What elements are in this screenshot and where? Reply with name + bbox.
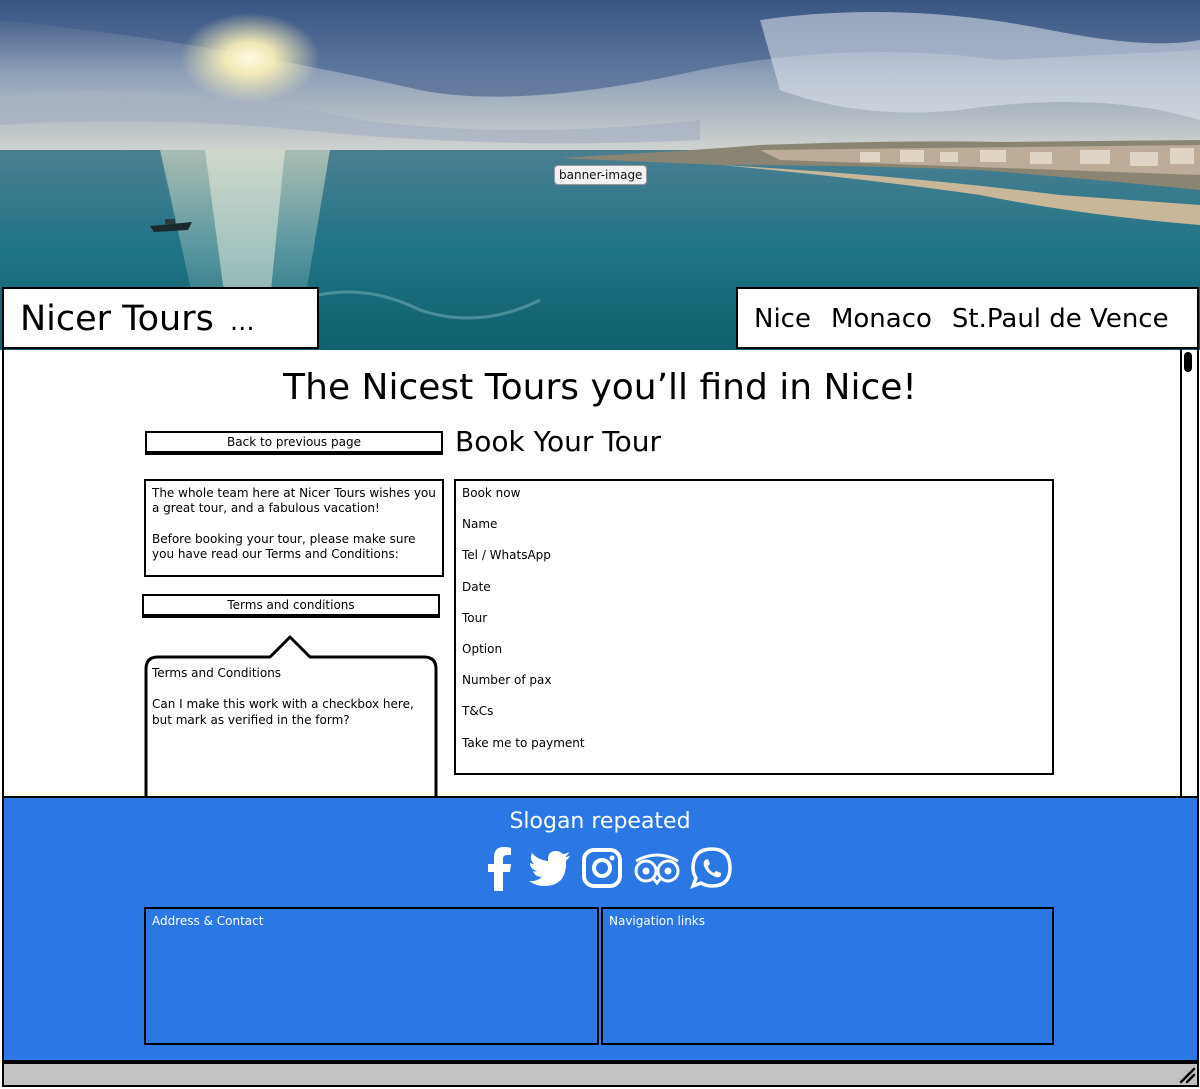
payment-button[interactable]: Take me to payment <box>462 736 585 767</box>
resize-handle-icon[interactable] <box>1178 1066 1196 1084</box>
form-heading: Book now <box>462 486 521 500</box>
twitter-icon[interactable] <box>528 845 572 891</box>
tripadvisor-icon[interactable] <box>632 845 682 891</box>
booking-form: Book now Name Tel / WhatsApp Date Tour O… <box>454 479 1054 775</box>
vertical-scrollbar[interactable] <box>1180 349 1195 797</box>
footer-address-box: Address & Contact <box>144 907 599 1045</box>
form-field-date[interactable]: Date <box>462 580 585 611</box>
intro-text-box: The whole team here at Nicer Tours wishe… <box>144 479 444 577</box>
form-field-tour[interactable]: Tour <box>462 611 585 642</box>
instagram-icon[interactable] <box>580 845 624 891</box>
nav-link-st-paul[interactable]: St.Paul de Vence <box>952 303 1169 335</box>
facebook-icon[interactable] <box>480 845 520 891</box>
logo-box[interactable]: Nicer Tours... <box>2 287 319 349</box>
banner-label: banner-image <box>554 165 648 185</box>
form-field-name[interactable]: Name <box>462 517 585 548</box>
form-field-pax[interactable]: Number of pax <box>462 673 585 704</box>
navigation-label: Navigation links <box>609 914 706 928</box>
form-field-terms[interactable]: T&Cs <box>462 704 585 735</box>
book-tour-title: Book Your Tour <box>455 425 661 458</box>
intro-paragraph: Before booking your tour, please make su… <box>152 532 416 561</box>
logo[interactable]: Nicer Tours... <box>20 297 255 344</box>
footer-navigation-box: Navigation links <box>601 907 1054 1045</box>
footer-slogan: Slogan repeated <box>509 809 691 834</box>
logo-text: Nicer Tours <box>20 299 214 339</box>
intro-paragraph: The whole team here at Nicer Tours wishe… <box>152 486 436 515</box>
whatsapp-icon[interactable] <box>690 845 734 891</box>
nav-link-nice[interactable]: Nice <box>754 303 811 335</box>
logo-suffix: ... <box>229 307 255 337</box>
terms-button[interactable]: Terms and conditions <box>142 594 440 618</box>
form-field-phone[interactable]: Tel / WhatsApp <box>462 548 585 579</box>
callout-title: Terms and Conditions <box>152 666 282 680</box>
horizontal-scrollbar[interactable] <box>2 1062 1199 1087</box>
address-label: Address & Contact <box>152 914 264 928</box>
callout-body: Can I make this work with a checkbox her… <box>152 697 414 727</box>
page-headline: The Nicest Tours you’ll find in Nice! <box>283 367 917 408</box>
form-field-option[interactable]: Option <box>462 642 585 673</box>
social-links <box>480 845 732 891</box>
nav-link-monaco[interactable]: Monaco <box>831 303 932 335</box>
main-nav: Nice Monaco St.Paul de Vence <box>736 287 1199 349</box>
back-button[interactable]: Back to previous page <box>145 431 443 455</box>
